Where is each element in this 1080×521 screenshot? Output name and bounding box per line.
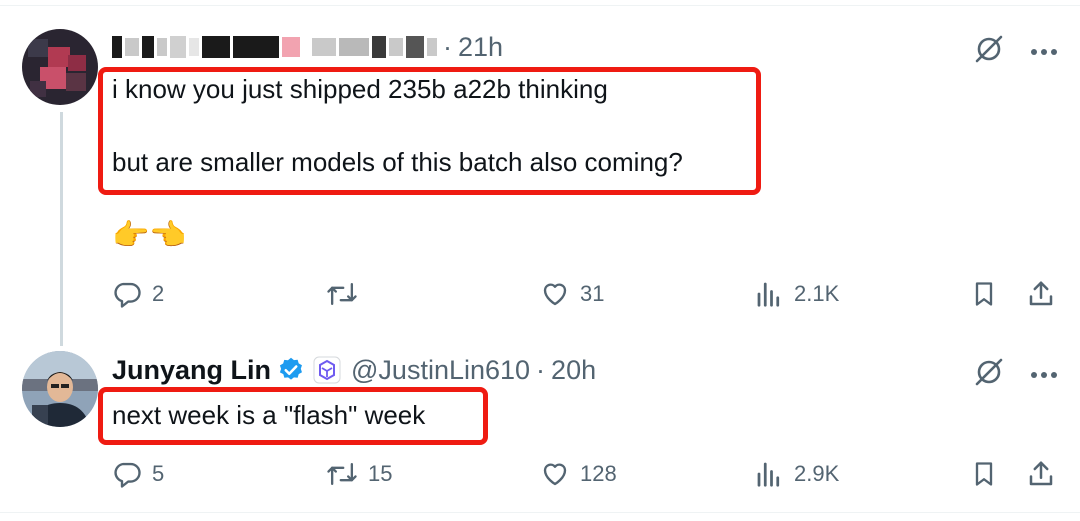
reply-icon — [114, 282, 141, 308]
avatar[interactable] — [22, 29, 98, 105]
bookmark-icon — [975, 462, 993, 486]
share-icon — [1029, 281, 1053, 306]
author-handle[interactable]: @JustinLin610 — [351, 355, 530, 386]
heart-icon — [543, 463, 567, 486]
action-bar: 2 31 2.1K — [112, 276, 1062, 312]
like-count: 128 — [580, 461, 617, 486]
timestamp[interactable]: 21h — [458, 32, 503, 63]
more-icon[interactable] — [1030, 43, 1058, 61]
reply-icon — [114, 462, 141, 488]
reply-count: 2 — [152, 281, 165, 306]
tweet-controls — [974, 357, 1058, 392]
top-divider — [0, 5, 1080, 6]
author-name-redacted[interactable] — [112, 36, 300, 58]
view-count: 2.9K — [794, 461, 840, 486]
action-bar: 5 15 128 2.9K — [112, 456, 1062, 492]
repost-icon — [327, 462, 357, 486]
avatar[interactable] — [22, 351, 98, 427]
heart-icon — [543, 283, 567, 306]
share-button[interactable] — [1026, 276, 1056, 312]
separator-dot: · — [443, 31, 452, 62]
reply-button[interactable]: 5 — [112, 456, 164, 492]
repost-button[interactable] — [326, 276, 358, 312]
repost-icon — [327, 282, 357, 306]
author-row: · 21h — [112, 30, 503, 64]
share-button[interactable] — [1026, 456, 1056, 492]
like-count: 31 — [580, 281, 605, 306]
share-icon — [1029, 461, 1053, 486]
tweet-controls — [974, 34, 1058, 69]
more-icon[interactable] — [1030, 366, 1058, 384]
tweet-thread: · 21h i know you just shipped 235b a22b … — [0, 0, 1080, 521]
timestamp[interactable]: 20h — [551, 355, 596, 386]
bookmark-button[interactable] — [970, 456, 998, 492]
views-button[interactable]: 2.9K — [754, 456, 839, 492]
author-name[interactable]: Junyang Lin — [112, 355, 271, 386]
views-icon — [757, 462, 780, 487]
like-button[interactable]: 31 — [540, 276, 604, 312]
verified-badge-icon — [277, 356, 305, 384]
highlight-box — [98, 67, 761, 195]
tweet-emoji: 👉👈 — [112, 219, 187, 252]
author-row: Junyang Lin @JustinLin610 · 20h — [112, 353, 596, 387]
author-handle-redacted[interactable] — [312, 36, 437, 58]
repost-button[interactable]: 15 — [326, 456, 392, 492]
grok-icon[interactable] — [974, 357, 1004, 392]
bookmark-icon — [975, 282, 993, 306]
bookmark-button[interactable] — [970, 276, 998, 312]
bottom-divider — [0, 512, 1080, 513]
grok-icon[interactable] — [974, 34, 1004, 69]
like-button[interactable]: 128 — [540, 456, 617, 492]
repost-count: 15 — [368, 461, 393, 486]
reply-button[interactable]: 2 — [112, 276, 164, 312]
highlight-box — [98, 387, 488, 445]
separator-dot: · — [536, 354, 546, 385]
thread-connector-line — [60, 112, 63, 346]
views-icon — [757, 282, 780, 307]
reply-count: 5 — [152, 461, 165, 486]
affiliate-badge-icon[interactable] — [313, 356, 341, 384]
view-count: 2.1K — [794, 281, 840, 306]
views-button[interactable]: 2.1K — [754, 276, 839, 312]
